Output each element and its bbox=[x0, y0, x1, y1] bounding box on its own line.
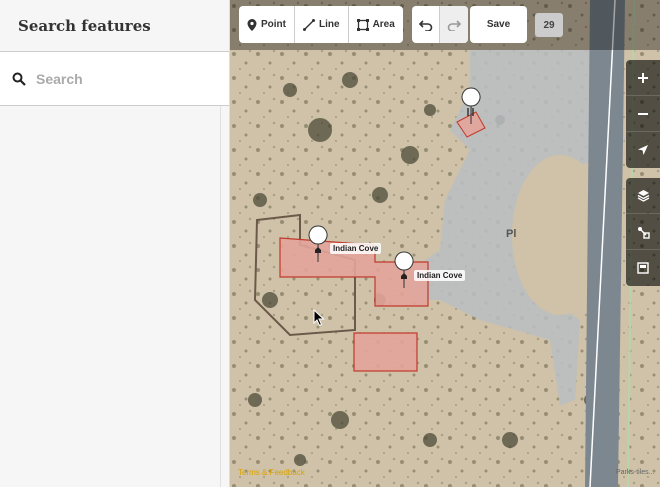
undo-button[interactable] bbox=[412, 6, 440, 43]
sidebar-header: Search features bbox=[0, 0, 229, 52]
add-area-label: Area bbox=[372, 19, 395, 30]
redo-button[interactable] bbox=[440, 6, 468, 43]
save-button[interactable]: Save bbox=[470, 6, 527, 43]
top-toolbar: Point Line Area Save 29 bbox=[230, 0, 660, 50]
zoom-in-icon bbox=[638, 72, 648, 83]
redo-icon bbox=[447, 19, 461, 31]
search-bar[interactable] bbox=[0, 52, 229, 106]
add-line-label: Line bbox=[319, 19, 340, 30]
geolocate-icon bbox=[638, 145, 648, 155]
sidebar: Search features bbox=[0, 0, 230, 487]
map-pin-label: Indian Cove bbox=[330, 243, 382, 254]
imagery-credit: Parks-tiles... bbox=[616, 469, 655, 476]
geolocate-button[interactable] bbox=[626, 132, 660, 168]
edit-count-badge: 29 bbox=[535, 13, 563, 37]
map-canvas[interactable]: Indian Cove Indian Cove Pl bbox=[230, 0, 660, 487]
add-feature-group: Point Line Area bbox=[239, 6, 403, 43]
sidebar-resizer[interactable] bbox=[220, 106, 221, 487]
zoom-controls bbox=[626, 60, 660, 168]
add-point-button[interactable]: Point bbox=[239, 6, 295, 43]
add-area-button[interactable]: Area bbox=[349, 6, 403, 43]
point-icon bbox=[247, 18, 257, 31]
line-icon bbox=[303, 18, 315, 31]
issues-icon bbox=[637, 262, 649, 274]
area-icon bbox=[356, 18, 369, 31]
zoom-out-button[interactable] bbox=[626, 96, 660, 132]
map-pin-label: Indian Cove bbox=[414, 270, 466, 281]
add-point-label: Point bbox=[261, 19, 286, 30]
undo-icon bbox=[418, 19, 432, 31]
add-line-button[interactable]: Line bbox=[295, 6, 349, 43]
background-layers-button[interactable] bbox=[626, 178, 660, 214]
layers-icon bbox=[637, 190, 649, 202]
issues-button[interactable] bbox=[626, 250, 660, 286]
zoom-in-button[interactable] bbox=[626, 60, 660, 96]
mouse-cursor-icon bbox=[313, 309, 325, 327]
road-label: Pl bbox=[506, 228, 517, 240]
search-input[interactable] bbox=[36, 70, 206, 87]
terms-feedback-link[interactable]: Terms & Feedback bbox=[238, 468, 305, 477]
map-data-button[interactable] bbox=[626, 214, 660, 250]
zoom-out-icon bbox=[638, 112, 648, 115]
sidebar-title: Search features bbox=[18, 16, 151, 35]
panel-controls bbox=[626, 178, 660, 286]
history-group bbox=[412, 6, 468, 43]
search-icon bbox=[12, 72, 26, 86]
building[interactable] bbox=[353, 332, 418, 372]
map-data-icon bbox=[638, 226, 650, 239]
